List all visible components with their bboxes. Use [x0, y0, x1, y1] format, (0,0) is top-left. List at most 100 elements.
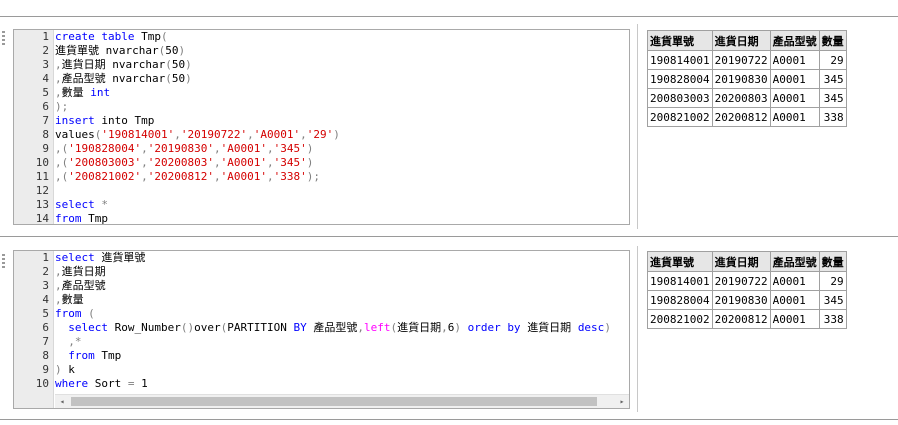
pane-splitter-2[interactable]: [637, 246, 638, 412]
table-cell[interactable]: A0001: [769, 107, 820, 127]
code-line[interactable]: from Tmp: [55, 212, 629, 224]
horizontal-scrollbar[interactable]: ◂ ▸: [55, 394, 629, 408]
column-header[interactable]: 進貨單號: [647, 251, 713, 272]
drag-grip-icon[interactable]: [0, 254, 7, 270]
table-row[interactable]: 190814001 20190722 A0001 29: [647, 271, 847, 291]
table-row[interactable]: 190814001 20190722 A0001 29: [647, 50, 847, 70]
column-header[interactable]: 進貨日期: [711, 251, 771, 272]
code-line[interactable]: ,*: [55, 335, 629, 349]
code-line[interactable]: ,進貨日期: [55, 265, 629, 279]
code-line[interactable]: from Tmp: [55, 349, 629, 363]
table-cell[interactable]: 345: [818, 88, 847, 108]
column-header[interactable]: 產品型號: [769, 30, 820, 51]
sql-editor-query[interactable]: 1 2 3 4 5 6 7 8 9 10 select 進貨單號 ,進貨日期 ,產品型號 ,數量 from…: [13, 250, 630, 409]
code-line[interactable]: ,產品型號: [55, 279, 629, 293]
code-token: over: [194, 321, 221, 334]
code-line[interactable]: from (: [55, 307, 629, 321]
code-line[interactable]: ,('190828004','20190830','A0001','345'): [55, 142, 629, 156]
table-row[interactable]: 200821002 20200812 A0001 338: [647, 309, 847, 329]
scroll-right-arrow-icon[interactable]: ▸: [615, 395, 629, 408]
code-line[interactable]: ,('200803003','20200803','A0001','345'): [55, 156, 629, 170]
column-header[interactable]: 進貨日期: [711, 30, 771, 51]
code-line[interactable]: );: [55, 100, 629, 114]
table-cell[interactable]: 200821002: [647, 309, 713, 329]
code-token: *: [101, 198, 108, 211]
code-token: '20200812': [147, 170, 214, 183]
table-cell[interactable]: 20200812: [711, 309, 771, 329]
code-line[interactable]: select *: [55, 198, 629, 212]
code-line[interactable]: ) k: [55, 363, 629, 377]
table-cell[interactable]: 20200812: [711, 107, 771, 127]
code-line[interactable]: ,進貨日期 nvarchar(50): [55, 58, 629, 72]
code-token: (: [165, 58, 172, 71]
table-cell[interactable]: 29: [818, 50, 847, 70]
table-row[interactable]: 200821002 20200812 A0001 338: [647, 107, 847, 127]
line-number: 7: [42, 335, 49, 348]
code-token: '20190830': [147, 142, 214, 155]
code-line[interactable]: insert into Tmp: [55, 114, 629, 128]
table-cell[interactable]: 20190830: [711, 290, 771, 310]
code-token: ,: [55, 58, 62, 71]
code-token: 1: [141, 377, 148, 390]
column-header[interactable]: 進貨單號: [647, 30, 713, 51]
table-row[interactable]: 190828004 20190830 A0001 345: [647, 69, 847, 89]
table-cell[interactable]: 20190722: [711, 271, 771, 291]
table-cell[interactable]: 345: [818, 69, 847, 89]
line-number: 1: [42, 251, 49, 264]
code-token: ,: [141, 142, 148, 155]
code-line[interactable]: select 進貨單號: [55, 251, 629, 265]
table-cell[interactable]: A0001: [769, 290, 820, 310]
table-cell[interactable]: 20200803: [711, 88, 771, 108]
code-token: 50: [171, 58, 186, 71]
line-number: 10: [35, 377, 49, 390]
bottom-divider: [0, 419, 898, 420]
table-cell[interactable]: 200803003: [647, 88, 713, 108]
code-area[interactable]: select 進貨單號 ,進貨日期 ,產品型號 ,數量 from ( select Ro…: [55, 251, 629, 408]
table-cell[interactable]: A0001: [769, 69, 820, 89]
code-token: select: [55, 198, 102, 211]
code-line[interactable]: [55, 184, 629, 198]
code-token: 產品型號 nvarchar: [61, 72, 166, 85]
column-header[interactable]: 產品型號: [769, 251, 820, 272]
table-cell[interactable]: 190828004: [647, 290, 713, 310]
table-cell[interactable]: 190828004: [647, 69, 713, 89]
line-number: 6: [42, 100, 49, 113]
code-token: Row_Number: [114, 321, 181, 334]
column-header[interactable]: 數量: [818, 251, 847, 272]
table-cell[interactable]: A0001: [769, 50, 820, 70]
table-cell[interactable]: A0001: [769, 271, 820, 291]
code-line[interactable]: ,('200821002','20200812','A0001','338');: [55, 170, 629, 184]
pane-splitter-1[interactable]: [637, 24, 638, 229]
code-line[interactable]: create table Tmp(: [55, 30, 629, 44]
table-cell[interactable]: 190814001: [647, 271, 713, 291]
scrollbar-thumb[interactable]: [71, 397, 597, 406]
code-line[interactable]: ,數量 int: [55, 86, 629, 100]
line-number: 3: [42, 279, 49, 292]
table-cell[interactable]: 338: [818, 107, 847, 127]
table-row[interactable]: 200803003 20200803 A0001 345: [647, 88, 847, 108]
code-line[interactable]: values('190814001','20190722','A0001','2…: [55, 128, 629, 142]
code-line[interactable]: 進貨單號 nvarchar(50): [55, 44, 629, 58]
table-cell[interactable]: A0001: [769, 309, 820, 329]
sql-editor-create[interactable]: 1 2 3 4 5 6 7 8 9 10 11 12 13 14 create table Tmp(進貨單…: [13, 29, 630, 225]
table-cell[interactable]: 20190722: [711, 50, 771, 70]
code-area[interactable]: create table Tmp(進貨單號 nvarchar(50) ,進貨日期 …: [55, 30, 629, 224]
code-token: ): [306, 156, 314, 169]
table-cell[interactable]: 190814001: [647, 50, 713, 70]
code-line[interactable]: ,產品型號 nvarchar(50): [55, 72, 629, 86]
drag-grip-icon[interactable]: [0, 31, 7, 47]
code-line[interactable]: where Sort = 1: [55, 377, 629, 391]
table-cell[interactable]: 200821002: [647, 107, 713, 127]
code-line[interactable]: ,數量: [55, 293, 629, 307]
table-cell[interactable]: 338: [818, 309, 847, 329]
code-line[interactable]: select Row_Number()over(PARTITION BY 產品型…: [55, 321, 629, 335]
code-token: k: [68, 363, 75, 376]
scroll-left-arrow-icon[interactable]: ◂: [55, 395, 69, 408]
table-cell[interactable]: 29: [818, 271, 847, 291]
table-cell[interactable]: 20190830: [711, 69, 771, 89]
middle-divider: [0, 236, 898, 237]
table-row[interactable]: 190828004 20190830 A0001 345: [647, 290, 847, 310]
table-cell[interactable]: A0001: [769, 88, 820, 108]
column-header[interactable]: 數量: [818, 30, 847, 51]
table-cell[interactable]: 345: [818, 290, 847, 310]
